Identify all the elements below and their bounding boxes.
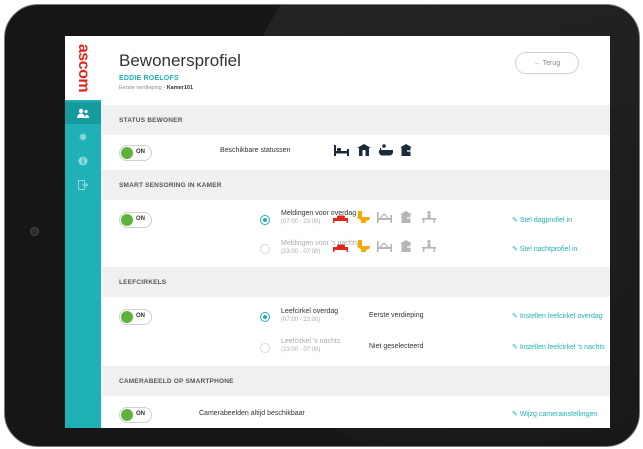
resident-name: EDDIE ROELOFS bbox=[119, 75, 179, 82]
sensoring-night-label: Meldingen voor 's nachtss bbox=[281, 240, 362, 247]
tablet-frame: ascom ✹ Bewonersprofiel EDDIE ROELOFS Ee… bbox=[4, 4, 640, 447]
section-status-bewoner: STATUS BEWONER bbox=[101, 105, 610, 135]
sensoring-toggle[interactable]: ON bbox=[119, 212, 152, 228]
back-button[interactable]: ← Terug bbox=[515, 52, 579, 74]
sensoring-day-time: (07:00 - 23:00) bbox=[281, 219, 321, 225]
bed-out-icon[interactable] bbox=[333, 213, 348, 225]
leefcirkel-night-link[interactable]: ✎ Instellen leefcirkel 's nachts bbox=[512, 343, 605, 351]
camera-dot bbox=[30, 227, 39, 236]
section-leefcirkels: LEEFCIRKELS bbox=[101, 267, 610, 297]
gear-icon[interactable]: ✹ bbox=[65, 126, 101, 148]
leefcirkel-night-radio[interactable] bbox=[260, 343, 270, 353]
residents-nav-icon[interactable] bbox=[65, 102, 101, 124]
bed-sensor-icon[interactable] bbox=[377, 241, 392, 253]
bath-icon bbox=[378, 144, 393, 156]
resident-location: Eerste verdieping - Kamer101 bbox=[119, 85, 193, 91]
sensoring-night-time: (23:00 - 07:00) bbox=[281, 249, 321, 255]
status-toggle[interactable]: ON bbox=[119, 145, 152, 161]
bed-icon bbox=[334, 145, 349, 157]
bed-sensor-icon[interactable] bbox=[377, 212, 392, 224]
chair-icon[interactable] bbox=[421, 240, 436, 252]
app-screen: ascom ✹ Bewonersprofiel EDDIE ROELOFS Ee… bbox=[65, 36, 610, 428]
section-smart-sensoring: SMART SENSORING IN KAMER bbox=[101, 170, 610, 200]
door-icon bbox=[356, 144, 371, 156]
leefcirkel-day-label: Leefcirkel overdag bbox=[281, 308, 339, 315]
ascom-logo: ascom bbox=[65, 36, 101, 100]
bed-out-icon[interactable] bbox=[333, 242, 348, 254]
leefcirkel-day-time: (07:00 - 23:00) bbox=[281, 317, 321, 323]
camera-settings-link[interactable]: ✎ Wijzg camerainstellingen bbox=[512, 410, 597, 418]
page-title: Bewonersprofiel bbox=[119, 51, 241, 70]
sensoring-day-radio[interactable] bbox=[260, 215, 270, 225]
day-profile-link[interactable]: ✎ Stel dagprofiel in bbox=[512, 216, 572, 224]
toilet-icon[interactable] bbox=[355, 240, 370, 252]
main-content: Bewonersprofiel EDDIE ROELOFS Eerste ver… bbox=[101, 36, 610, 428]
leefcirkel-night-label: Leefcirkel 's nachts bbox=[281, 338, 341, 345]
room-exit-icon[interactable] bbox=[399, 240, 414, 252]
status-label: Beschikbare statussen bbox=[220, 147, 291, 154]
toilet-icon[interactable] bbox=[355, 211, 370, 223]
sensoring-night-radio[interactable] bbox=[260, 244, 270, 254]
leefcirkel-night-value: Niet geselecteerd bbox=[369, 343, 424, 350]
leefcirkel-day-radio[interactable] bbox=[260, 312, 270, 322]
leefcirkel-day-link[interactable]: ✎ Instellen leefcirkel overdag bbox=[512, 312, 603, 320]
night-profile-link[interactable]: ✎ Stel nachtprofiel in bbox=[512, 245, 577, 253]
camera-label: Camerabeelden altijd beschikbaar bbox=[199, 410, 305, 417]
section-camerabeeld: CAMERABEELD OP SMARTPHONE bbox=[101, 366, 610, 396]
leefcirkel-day-value: Eerste verdieping bbox=[369, 312, 424, 319]
info-icon[interactable] bbox=[65, 150, 101, 172]
leefcirkel-night-time: (23:00 - 07:00) bbox=[281, 347, 321, 353]
room-exit-icon[interactable] bbox=[399, 211, 414, 223]
camera-toggle[interactable]: ON bbox=[119, 407, 152, 423]
leefcirkels-toggle[interactable]: ON bbox=[119, 309, 152, 325]
page-header: Bewonersprofiel EDDIE ROELOFS Eerste ver… bbox=[101, 36, 610, 100]
chair-icon[interactable] bbox=[421, 211, 436, 223]
out-icon bbox=[399, 144, 414, 156]
logout-icon[interactable] bbox=[65, 174, 101, 196]
sidebar: ascom ✹ bbox=[65, 36, 101, 428]
